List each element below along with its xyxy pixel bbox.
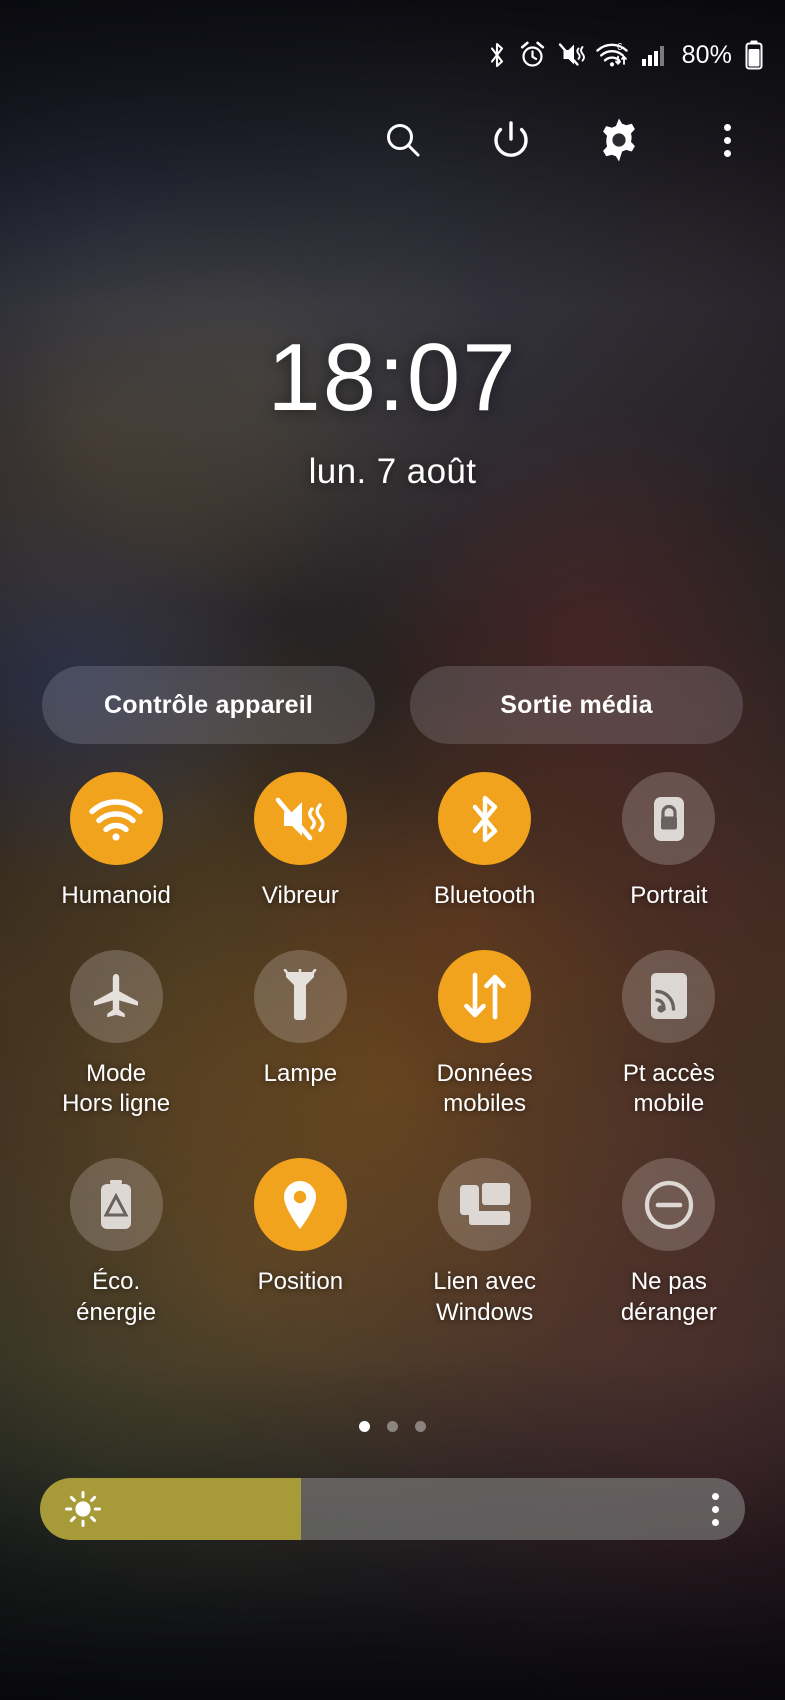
tile-do-not-disturb[interactable]: Ne pas déranger <box>577 1158 761 1328</box>
page-dot-3[interactable] <box>415 1421 426 1432</box>
power-saving-icon <box>69 1158 163 1252</box>
gear-icon <box>597 118 641 162</box>
panel-header-actions <box>0 108 785 172</box>
cellular-signal-icon <box>641 42 667 68</box>
alarm-icon <box>519 41 546 69</box>
bluetooth-icon <box>438 772 532 865</box>
bluetooth-icon <box>486 41 508 69</box>
lockscreen-clock: 18:07 lun. 7 août <box>0 330 785 492</box>
tile-link-to-windows[interactable]: Lien avec Windows <box>393 1158 577 1328</box>
tile-label: Portrait <box>630 882 708 909</box>
hotspot-icon <box>622 949 716 1043</box>
media-output-button[interactable]: Sortie média <box>410 666 743 744</box>
mute-vibrate-icon <box>557 42 585 68</box>
tile-label: Lien avec Windows <box>433 1268 536 1326</box>
tile-label: Lampe <box>263 1059 338 1087</box>
clock-time: 18:07 <box>267 324 518 431</box>
quick-settings-tile-grid: Humanoid Vibreur Bluetooth Portrait Mode… <box>24 772 761 1329</box>
page-dot-2[interactable] <box>387 1421 398 1432</box>
do-not-disturb-icon <box>622 1158 716 1252</box>
page-dot-1[interactable] <box>359 1421 370 1432</box>
brightness-sun-icon <box>64 1490 102 1528</box>
tile-label: Mode Hors ligne <box>62 1059 171 1118</box>
tile-bluetooth[interactable]: Bluetooth <box>393 772 577 912</box>
tile-rotation-lock[interactable]: Portrait <box>577 772 761 912</box>
search-button[interactable] <box>375 112 431 168</box>
wifi-6-data-icon: 6 <box>595 41 630 69</box>
more-options-button[interactable] <box>699 112 755 168</box>
brightness-slider[interactable] <box>40 1478 745 1540</box>
tile-label: Pt accès mobile <box>622 1059 715 1118</box>
tile-flashlight[interactable]: Lampe <box>208 949 392 1120</box>
vibrate-icon <box>253 772 347 865</box>
quick-settings-panel: 6 80% 18:07 lun. 7 août Contrôle apparei… <box>0 0 785 1700</box>
kebab-menu-icon <box>723 123 731 157</box>
mobile-data-icon <box>438 949 532 1043</box>
battery-icon <box>745 40 763 70</box>
clock-date: lun. 7 août <box>308 452 477 491</box>
tile-label: Ne pas déranger <box>620 1268 717 1326</box>
tile-airplane-mode[interactable]: Mode Hors ligne <box>24 949 208 1120</box>
tile-location[interactable]: Position <box>208 1158 392 1328</box>
wifi-icon <box>69 772 163 865</box>
link-to-windows-icon <box>438 1158 532 1252</box>
power-button[interactable] <box>483 112 539 168</box>
tile-wifi[interactable]: Humanoid <box>24 772 208 912</box>
tile-power-saving[interactable]: Éco. énergie <box>24 1158 208 1328</box>
tile-label: Données mobiles <box>436 1059 533 1118</box>
media-device-controls: Contrôle appareil Sortie média <box>42 666 743 744</box>
tile-label: Vibreur <box>261 882 339 909</box>
location-pin-icon <box>253 1158 347 1252</box>
tile-vibrate[interactable]: Vibreur <box>208 772 392 912</box>
device-control-button[interactable]: Contrôle appareil <box>42 666 375 744</box>
brightness-options-button[interactable] <box>712 1492 719 1526</box>
status-bar: 6 80% <box>0 0 785 110</box>
svg-text:6: 6 <box>617 42 623 53</box>
battery-percent-label: 80% <box>681 40 732 69</box>
settings-button[interactable] <box>591 112 647 168</box>
tile-label: Éco. énergie <box>76 1268 157 1326</box>
tile-label: Position <box>257 1268 344 1296</box>
tile-mobile-hotspot[interactable]: Pt accès mobile <box>577 949 761 1120</box>
rotation-lock-icon <box>622 772 716 865</box>
power-icon <box>490 119 532 161</box>
airplane-icon <box>69 949 163 1043</box>
tile-mobile-data[interactable]: Données mobiles <box>393 949 577 1120</box>
flashlight-icon <box>253 949 347 1043</box>
page-indicator <box>0 1421 785 1432</box>
tile-label: Humanoid <box>61 882 171 909</box>
search-icon <box>383 120 423 160</box>
tile-label: Bluetooth <box>433 882 536 909</box>
